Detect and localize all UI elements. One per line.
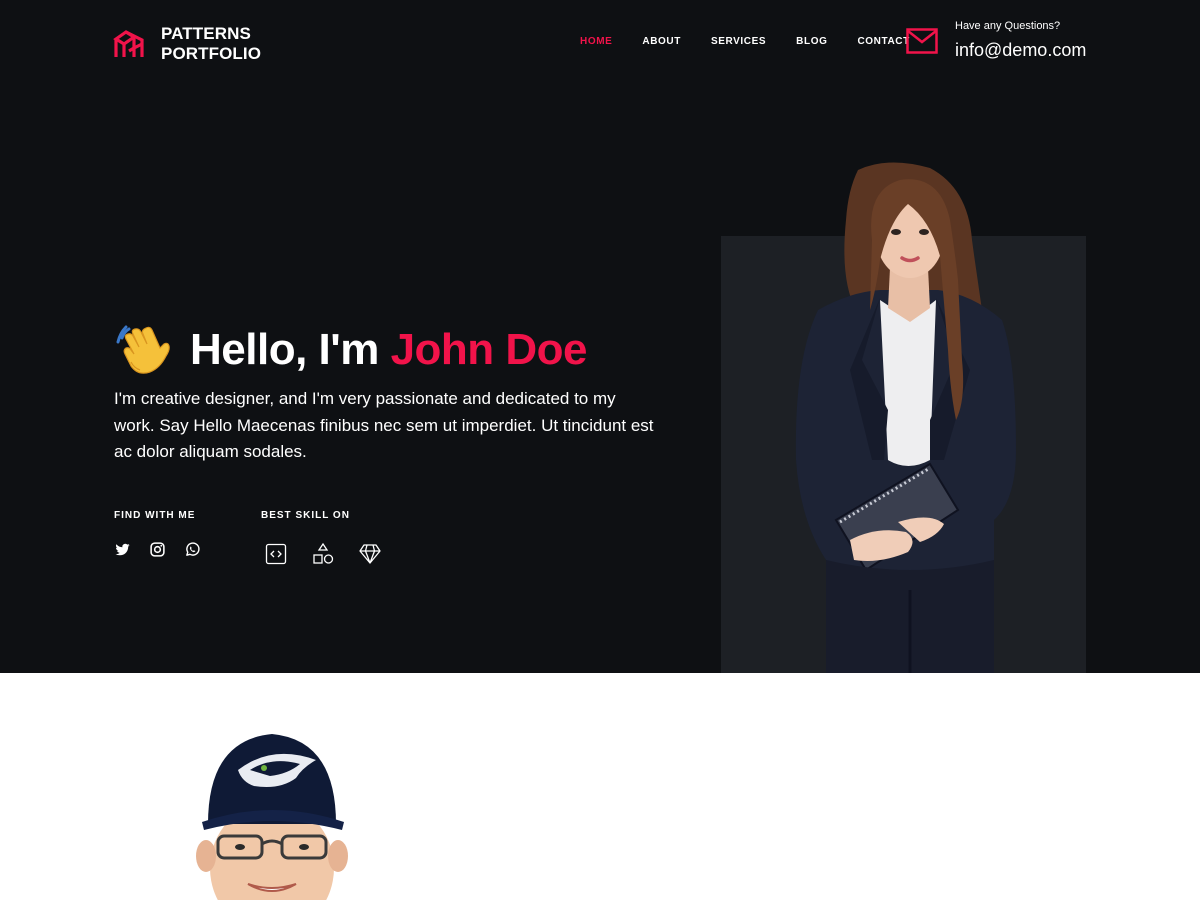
header-contact: Have any Questions? info@demo.com xyxy=(906,18,1086,62)
twitter-icon[interactable] xyxy=(114,541,131,558)
skill-icons xyxy=(264,542,405,566)
brand-name: PATTERNS PORTFOLIO xyxy=(161,24,261,64)
headline-prefix: Hello, I'm xyxy=(190,325,391,374)
logo-mark-icon xyxy=(113,30,144,57)
waving-hand-icon xyxy=(116,325,170,374)
hero-section: PATTERNS PORTFOLIO HOME ABOUT SERVICES B… xyxy=(0,0,1200,673)
nav-contact[interactable]: CONTACT xyxy=(857,36,909,48)
hero-intro: I'm creative designer, and I'm very pass… xyxy=(114,389,654,461)
brand-line-1: PATTERNS xyxy=(161,24,251,43)
hero-greeting: Hello, I'm John Doe xyxy=(116,322,588,378)
nav-about[interactable]: ABOUT xyxy=(642,36,681,48)
best-skill-label: BEST SKILL ON xyxy=(261,510,350,521)
contact-text: Have any Questions? info@demo.com xyxy=(955,18,1086,62)
hero-headline: Hello, I'm John Doe xyxy=(190,325,588,375)
whatsapp-icon[interactable] xyxy=(184,541,201,558)
mail-icon[interactable] xyxy=(906,28,938,54)
portrait-image xyxy=(795,162,1016,673)
nav-blog[interactable]: BLOG xyxy=(796,36,827,48)
author-avatar xyxy=(196,734,348,900)
instagram-icon[interactable] xyxy=(149,541,166,558)
brand-line-2: PORTFOLIO xyxy=(161,44,262,63)
social-links xyxy=(114,541,219,558)
brand-logo[interactable]: PATTERNS PORTFOLIO xyxy=(113,24,261,64)
headline-name: John Doe xyxy=(390,325,588,374)
find-with-me-label: FIND WITH ME xyxy=(114,510,196,521)
contact-question: Have any Questions? xyxy=(955,20,1061,32)
shapes-icon xyxy=(311,542,335,566)
code-icon xyxy=(264,542,288,566)
nav-home[interactable]: HOME xyxy=(580,36,612,48)
contact-email[interactable]: info@demo.com xyxy=(955,38,1086,62)
diamond-icon xyxy=(358,542,382,566)
main-nav: HOME ABOUT SERVICES BLOG CONTACT xyxy=(580,36,910,48)
nav-services[interactable]: SERVICES xyxy=(711,36,766,48)
